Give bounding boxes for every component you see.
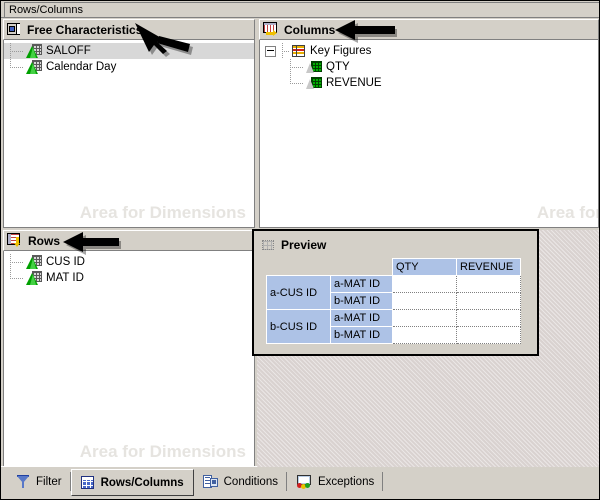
window-title: Rows/Columns bbox=[4, 2, 599, 17]
characteristic-icon bbox=[26, 60, 42, 74]
tree-item-label: CUS ID bbox=[46, 256, 85, 268]
preview-header: Preview bbox=[254, 235, 537, 255]
preview-corner-cell bbox=[267, 259, 331, 276]
tree-connector bbox=[4, 43, 26, 59]
tree-connector bbox=[260, 59, 306, 75]
preview-value-cell bbox=[393, 293, 457, 310]
rows-title: Rows bbox=[28, 234, 60, 248]
preview-row: a-CUS ID a-MAT ID bbox=[267, 276, 521, 293]
rows-tree: CUS ID MAT ID bbox=[4, 251, 254, 286]
preview-column-header: REVENUE bbox=[457, 259, 521, 276]
preview-corner-cell bbox=[331, 259, 393, 276]
tab-label: Conditions bbox=[224, 476, 278, 488]
preview-row-header-cus: a-CUS ID bbox=[267, 276, 331, 310]
preview-value-cell bbox=[457, 293, 521, 310]
columns-watermark: Area for bbox=[537, 203, 599, 223]
tree-connector bbox=[4, 254, 26, 270]
key-figure-icon bbox=[306, 76, 322, 90]
key-figures-folder-icon bbox=[292, 45, 306, 58]
preview-table: QTY REVENUE a-CUS ID a-MAT ID b-MAT ID b… bbox=[266, 258, 521, 344]
free-characteristics-body[interactable]: SALOFF Calendar Day Area for Dimensions bbox=[3, 40, 255, 228]
tree-item-label: REVENUE bbox=[326, 77, 382, 89]
tree-item-mat-id[interactable]: MAT ID bbox=[4, 270, 254, 286]
key-figure-icon bbox=[306, 60, 322, 74]
free-characteristics-icon bbox=[7, 23, 22, 37]
columns-body[interactable]: Key Figures QTY REVENUE Area f bbox=[259, 40, 599, 228]
tab-label: Exceptions bbox=[318, 476, 374, 488]
tree-connector bbox=[4, 59, 26, 75]
free-characteristics-title: Free Characteristics bbox=[27, 23, 142, 37]
preview-value-cell bbox=[393, 327, 457, 344]
preview-value-cell bbox=[457, 327, 521, 344]
rows-header[interactable]: Rows bbox=[3, 230, 255, 251]
rows-columns-icon bbox=[81, 476, 95, 490]
preview-value-cell bbox=[393, 310, 457, 327]
preview-row-header-mat: b-MAT ID bbox=[331, 327, 393, 344]
rows-icon bbox=[7, 233, 23, 248]
tree-item-key-figures[interactable]: Key Figures bbox=[260, 43, 598, 59]
rows-columns-window: Rows/Columns Free Characteristics SALOFF bbox=[0, 0, 600, 500]
tab-separator bbox=[382, 472, 383, 491]
bottom-tabbar: Filter Rows/Columns Conditions Ex bbox=[1, 466, 599, 499]
columns-header[interactable]: Columns bbox=[259, 19, 599, 40]
free-characteristics-panel: Free Characteristics SALOFF Calendar Day bbox=[3, 19, 255, 228]
tree-connector bbox=[260, 75, 306, 91]
preview-row-header-mat: b-MAT ID bbox=[331, 293, 393, 310]
preview-value-cell bbox=[457, 276, 521, 293]
tree-item-label: Key Figures bbox=[310, 45, 371, 57]
tab-label: Rows/Columns bbox=[101, 477, 184, 489]
tree-item-label: SALOFF bbox=[46, 45, 91, 57]
conditions-icon bbox=[203, 475, 218, 489]
preview-row-header-mat: a-MAT ID bbox=[331, 276, 393, 293]
preview-row: b-CUS ID a-MAT ID bbox=[267, 310, 521, 327]
characteristic-icon bbox=[26, 271, 42, 285]
tree-item-cus-id[interactable]: CUS ID bbox=[4, 254, 254, 270]
tab-label: Filter bbox=[36, 476, 62, 488]
tab-conditions[interactable]: Conditions bbox=[194, 469, 287, 494]
preview-column-header: QTY bbox=[393, 259, 457, 276]
tree-item-calendar-day[interactable]: Calendar Day bbox=[4, 59, 254, 75]
preview-dialog: Preview QTY REVENUE a-CUS ID a-MAT ID b-… bbox=[252, 229, 539, 356]
preview-header-row: QTY REVENUE bbox=[267, 259, 521, 276]
tab-exceptions[interactable]: Exceptions bbox=[287, 469, 383, 494]
grip-icon bbox=[262, 240, 275, 251]
free-characteristics-tree: SALOFF Calendar Day bbox=[4, 40, 254, 75]
characteristic-icon bbox=[26, 255, 42, 269]
tree-connector bbox=[4, 270, 26, 286]
tab-filter[interactable]: Filter bbox=[7, 469, 71, 494]
preview-row-header-mat: a-MAT ID bbox=[331, 310, 393, 327]
filter-icon bbox=[16, 475, 30, 489]
tree-item-label: Calendar Day bbox=[46, 61, 116, 73]
tree-item-revenue[interactable]: REVENUE bbox=[260, 75, 598, 91]
preview-value-cell bbox=[393, 276, 457, 293]
window-titlebar: Rows/Columns bbox=[1, 1, 600, 18]
tree-connector bbox=[276, 43, 292, 59]
rows-body[interactable]: CUS ID MAT ID Area for Dimensions bbox=[3, 251, 255, 467]
columns-tree: Key Figures QTY REVENUE bbox=[260, 40, 598, 91]
characteristic-icon bbox=[26, 44, 42, 58]
exceptions-icon bbox=[296, 475, 312, 489]
rows-panel: Rows CUS ID MAT ID Are bbox=[3, 230, 255, 467]
columns-panel: Columns Key Figures bbox=[259, 19, 599, 228]
preview-row-header-cus: b-CUS ID bbox=[267, 310, 331, 344]
preview-value-cell bbox=[457, 310, 521, 327]
tree-item-saloff[interactable]: SALOFF bbox=[4, 43, 254, 59]
collapse-expander-icon[interactable] bbox=[265, 46, 276, 57]
rows-watermark: Area for Dimensions bbox=[80, 442, 246, 462]
free-characteristics-watermark: Area for Dimensions bbox=[80, 203, 246, 223]
columns-title: Columns bbox=[284, 23, 335, 37]
free-characteristics-header[interactable]: Free Characteristics bbox=[3, 19, 255, 40]
tree-item-qty[interactable]: QTY bbox=[260, 59, 598, 75]
tree-item-label: QTY bbox=[326, 61, 350, 73]
tab-rows-columns[interactable]: Rows/Columns bbox=[71, 469, 194, 496]
columns-icon bbox=[263, 22, 279, 37]
preview-title: Preview bbox=[281, 238, 326, 252]
tree-item-label: MAT ID bbox=[46, 272, 84, 284]
